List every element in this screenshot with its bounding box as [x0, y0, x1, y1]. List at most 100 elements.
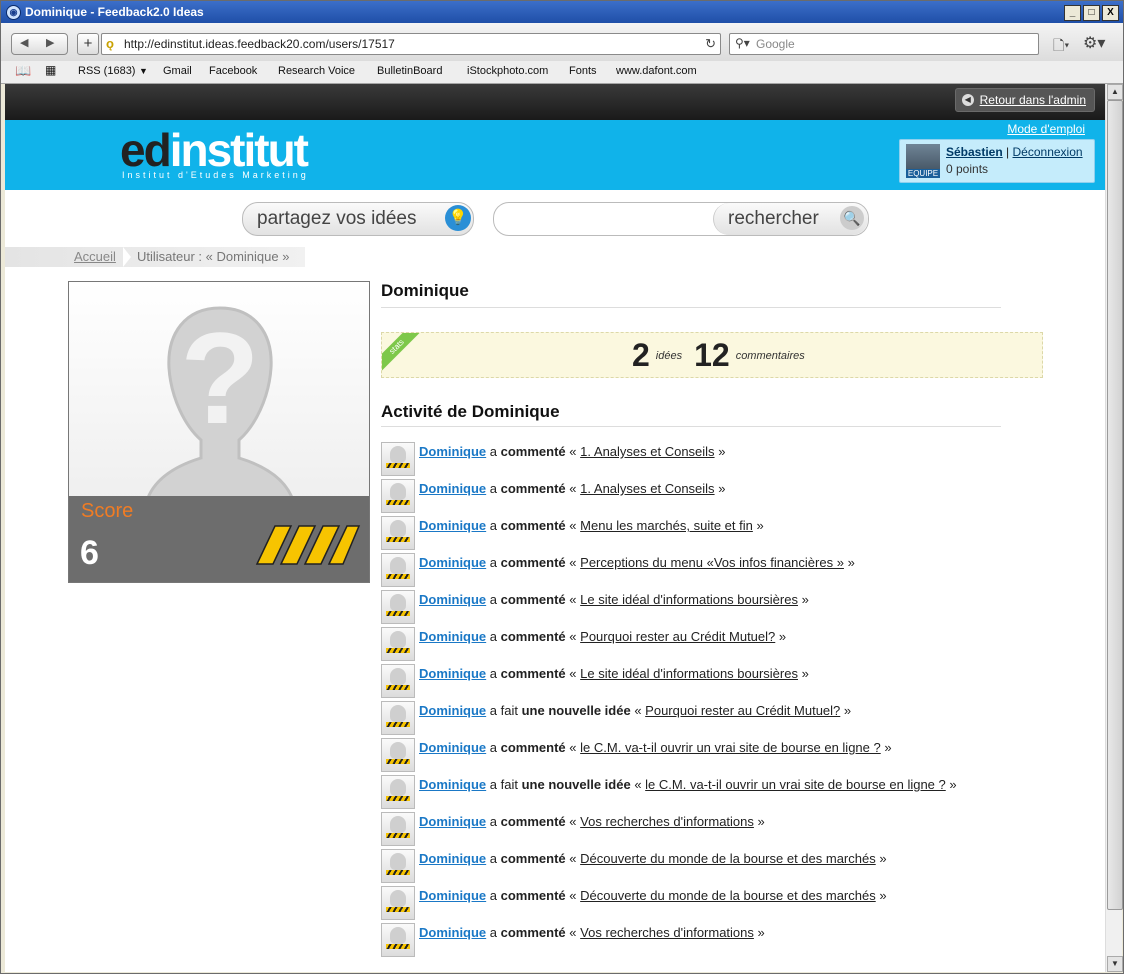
maximize-button[interactable]: □ — [1083, 5, 1100, 21]
share-ideas-button[interactable]: partagez vos idées 💡 — [242, 202, 474, 236]
activity-verb-prefix: a — [489, 592, 501, 607]
mode-emploi-link[interactable]: Mode d'emploi — [1007, 122, 1085, 136]
activity-user-link[interactable]: Dominique — [419, 629, 486, 644]
activity-avatar-icon[interactable] — [381, 775, 415, 809]
activity-avatar-icon[interactable] — [381, 479, 415, 513]
logout-link[interactable]: Déconnexion — [1013, 145, 1083, 159]
activity-text: Dominique a commenté « 1. Analyses et Co… — [419, 444, 725, 459]
activity-user-link[interactable]: Dominique — [419, 518, 486, 533]
activity-avatar-icon[interactable] — [381, 516, 415, 550]
scrollbar-thumb[interactable] — [1107, 100, 1123, 910]
open-quote: « — [569, 740, 577, 755]
activity-avatar-icon[interactable] — [381, 849, 415, 883]
activity-text: Dominique a commenté « Le site idéal d'i… — [419, 666, 809, 681]
activity-avatar-icon[interactable] — [381, 664, 415, 698]
address-bar[interactable]: ǫ http://edinstitut.ideas.feedback20.com… — [101, 33, 721, 55]
gear-icon[interactable]: ⚙▾ — [1083, 33, 1105, 53]
activity-avatar-icon[interactable] — [381, 701, 415, 735]
open-book-icon[interactable]: 📖 — [15, 63, 31, 79]
back-to-admin-link[interactable]: ◀ Retour dans l'admin — [954, 88, 1095, 112]
search-engine-icon[interactable]: ⚲▾ — [735, 36, 750, 50]
activity-verb: a commenté — [490, 740, 566, 755]
close-button[interactable]: X — [1102, 5, 1119, 21]
back-arrow-icon[interactable]: ◀ — [20, 36, 28, 49]
close-quote: » — [949, 777, 957, 792]
activity-avatar-icon[interactable] — [381, 886, 415, 920]
activity-verb-prefix: a — [489, 666, 501, 681]
activity-target-link[interactable]: Perceptions du menu «Vos infos financièr… — [580, 555, 844, 570]
bookmark-istockphoto[interactable]: iStockphoto.com — [467, 65, 548, 77]
activity-text: Dominique a commenté « Vos recherches d'… — [419, 814, 765, 829]
activity-user-link[interactable]: Dominique — [419, 666, 486, 681]
rss-dropdown-icon[interactable]: ▼ — [139, 66, 148, 76]
breadcrumb: Accueil Utilisateur : « Dominique » — [5, 247, 305, 267]
activity-user-link[interactable]: Dominique — [419, 555, 486, 570]
activity-avatar-icon[interactable] — [381, 442, 415, 476]
activity-user-link[interactable]: Dominique — [419, 925, 486, 940]
activity-user-link[interactable]: Dominique — [419, 592, 486, 607]
activity-target-link[interactable]: Vos recherches d'informations — [580, 814, 754, 829]
activity-item: Dominique a fait une nouvelle idée « le … — [381, 775, 1041, 812]
scroll-down-icon[interactable]: ▼ — [1107, 956, 1123, 972]
bookmark-rss[interactable]: RSS (1683) — [78, 65, 135, 77]
comments-count: 12 — [694, 337, 730, 373]
activity-user-link[interactable]: Dominique — [419, 444, 486, 459]
activity-user-link[interactable]: Dominique — [419, 740, 486, 755]
page-menu-icon[interactable]: 🗋▾ — [1053, 35, 1069, 59]
vertical-scrollbar[interactable]: ▲ ▼ — [1105, 84, 1123, 972]
breadcrumb-home-link[interactable]: Accueil — [74, 249, 116, 264]
activity-target-link[interactable]: Pourquoi rester au Crédit Mutuel? — [580, 629, 775, 644]
user-avatar[interactable]: EQUIPE — [906, 144, 940, 178]
activity-user-link[interactable]: Dominique — [419, 851, 486, 866]
user-name-link[interactable]: Sébastien — [946, 145, 1003, 159]
activity-target-link[interactable]: 1. Analyses et Conseils — [580, 444, 714, 459]
activity-avatar-icon[interactable] — [381, 627, 415, 661]
bookmark-facebook[interactable]: Facebook — [209, 65, 257, 77]
activity-user-link[interactable]: Dominique — [419, 703, 486, 718]
bookmark-gmail[interactable]: Gmail — [163, 65, 192, 77]
activity-avatar-icon[interactable] — [381, 590, 415, 624]
bookmark-bulletinboard[interactable]: BulletinBoard — [377, 65, 442, 77]
scroll-up-icon[interactable]: ▲ — [1107, 84, 1123, 100]
activity-target-link[interactable]: le C.M. va-t-il ouvrir un vrai site de b… — [645, 777, 946, 792]
bookmark-dafont[interactable]: www.dafont.com — [616, 65, 697, 77]
logo-institut: institut — [169, 124, 309, 176]
activity-target-link[interactable]: Découverte du monde de la bourse et des … — [580, 888, 876, 903]
activity-verb: a commenté — [490, 555, 566, 570]
breadcrumb-separator-icon — [123, 247, 131, 267]
reload-icon[interactable]: ↻ — [705, 36, 716, 52]
activity-target-link[interactable]: Vos recherches d'informations — [580, 925, 754, 940]
bookmark-fonts[interactable]: Fonts — [569, 65, 597, 77]
activity-list: Dominique a commenté « 1. Analyses et Co… — [381, 442, 1041, 960]
apps-grid-icon[interactable]: ▦ — [45, 63, 56, 77]
activity-target-link[interactable]: 1. Analyses et Conseils — [580, 481, 714, 496]
search-button[interactable]: rechercher 🔍 — [713, 203, 868, 235]
activity-target-link[interactable]: Le site idéal d'informations boursières — [580, 592, 798, 607]
activity-user-link[interactable]: Dominique — [419, 814, 486, 829]
site-search-input[interactable]: rechercher 🔍 — [493, 202, 869, 236]
activity-avatar-icon[interactable] — [381, 553, 415, 587]
activity-item: Dominique a commenté « Vos recherches d'… — [381, 923, 1041, 960]
url-text[interactable]: http://edinstitut.ideas.feedback20.com/u… — [124, 37, 395, 51]
activity-verb-prefix: a — [489, 851, 501, 866]
edinstitut-logo[interactable]: edinstitut Institut d'Etudes Marketing — [120, 126, 309, 180]
forward-arrow-icon[interactable]: ▶ — [46, 36, 54, 49]
activity-user-link[interactable]: Dominique — [419, 888, 486, 903]
close-quote: » — [843, 703, 852, 718]
bookmark-research-voice[interactable]: Research Voice — [278, 65, 355, 77]
activity-user-link[interactable]: Dominique — [419, 481, 486, 496]
activity-target-link[interactable]: Découverte du monde de la bourse et des … — [580, 851, 876, 866]
activity-target-link[interactable]: Menu les marchés, suite et fin — [580, 518, 753, 533]
stats-box: stats 2 idées 12 commentaires — [381, 332, 1043, 378]
activity-avatar-icon[interactable] — [381, 812, 415, 846]
add-bookmark-button[interactable]: + — [77, 33, 99, 55]
activity-target-link[interactable]: le C.M. va-t-il ouvrir un vrai site de b… — [580, 740, 881, 755]
activity-target-link[interactable]: Pourquoi rester au Crédit Mutuel? — [645, 703, 840, 718]
activity-avatar-icon[interactable] — [381, 923, 415, 957]
browser-search-placeholder: Google — [756, 37, 795, 51]
activity-target-link[interactable]: Le site idéal d'informations boursières — [580, 666, 798, 681]
activity-avatar-icon[interactable] — [381, 738, 415, 772]
browser-search-box[interactable]: ⚲▾ Google — [729, 33, 1039, 55]
minimize-button[interactable]: _ — [1064, 5, 1081, 21]
activity-user-link[interactable]: Dominique — [419, 777, 486, 792]
